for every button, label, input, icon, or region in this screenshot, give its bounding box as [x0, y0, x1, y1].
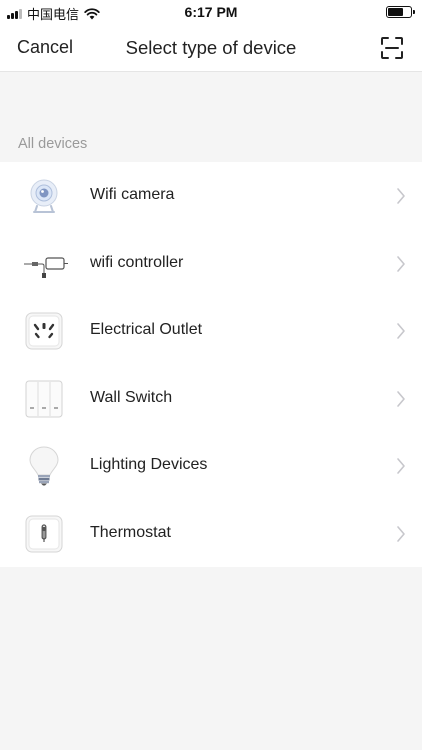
device-label: Thermostat: [90, 523, 171, 541]
chevron-right-icon: [397, 255, 405, 272]
device-row-thermostat[interactable]: Thermostat: [0, 500, 422, 568]
camera-icon: [30, 179, 58, 213]
device-label: Wifi camera: [90, 186, 175, 203]
chevron-right-icon: [397, 390, 405, 407]
wall-switch-icon: [25, 380, 63, 417]
page-title: Select type of device: [125, 37, 297, 58]
device-label: wifi controller: [90, 253, 184, 271]
nav-bar: Cancel Select type of device: [0, 24, 422, 72]
controller-icon: [24, 256, 68, 278]
status-bar: 中国电信 6:17 PM: [0, 0, 422, 24]
status-time: 6:17 PM: [184, 4, 238, 20]
light-bulb-icon: [29, 446, 59, 486]
device-row-lighting-devices[interactable]: Lighting Devices: [0, 432, 422, 500]
device-label: Wall Switch: [90, 388, 173, 406]
outlet-icon: [25, 312, 63, 350]
thermostat-icon: [25, 515, 63, 552]
device-row-wifi-camera[interactable]: Wifi camera: [0, 162, 422, 230]
battery-icon: [386, 6, 415, 18]
device-label: Electrical Outlet: [90, 321, 203, 338]
chevron-right-icon: [397, 323, 405, 339]
section-header: All devices: [18, 136, 88, 152]
device-list: Wifi camera wifi controller Electrical O…: [0, 162, 422, 567]
device-row-wall-switch[interactable]: Wall Switch: [0, 365, 422, 433]
chevron-right-icon: [397, 188, 405, 204]
device-label: Lighting Devices: [90, 456, 208, 473]
scan-icon[interactable]: [380, 36, 404, 60]
device-row-electrical-outlet[interactable]: Electrical Outlet: [0, 297, 422, 365]
chevron-right-icon: [397, 525, 405, 542]
device-row-wifi-controller[interactable]: wifi controller: [0, 230, 422, 298]
chevron-right-icon: [397, 458, 405, 474]
